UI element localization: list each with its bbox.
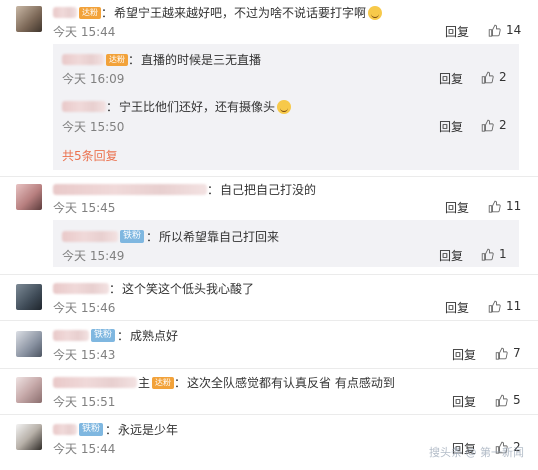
username[interactable] bbox=[53, 377, 137, 388]
fan-badge: 达粉 bbox=[79, 6, 101, 19]
divider bbox=[0, 176, 538, 177]
fan-badge: 铁粉 bbox=[79, 423, 104, 436]
fan-badge: 达粉 bbox=[106, 53, 128, 66]
comment-time: 今天 15:44 bbox=[53, 442, 116, 456]
thumb-up-icon bbox=[488, 200, 501, 213]
comment-text: 自己把自己打没的 bbox=[220, 183, 317, 197]
comment-body: ： 自己把自己打没的 bbox=[53, 181, 316, 198]
sub-reply-body: 达粉 ： 直播的时候是三无直播 bbox=[62, 51, 261, 68]
thumb-up-icon bbox=[488, 300, 501, 313]
username[interactable] bbox=[53, 184, 207, 195]
comment-body: 铁粉 ： 永远是少年 bbox=[53, 421, 178, 438]
comment-body: 铁粉 ： 成熟点好 bbox=[53, 327, 178, 344]
avatar[interactable] bbox=[16, 184, 42, 210]
avatar[interactable] bbox=[16, 6, 42, 32]
sub-reply-body: ： 宁王比他们还好，还有摄像头 bbox=[62, 98, 292, 115]
comment-text: 永远是少年 bbox=[118, 423, 179, 437]
comment-body: ： 这个笑这个低头我心酸了 bbox=[53, 280, 254, 297]
reply-button[interactable]: 回复 bbox=[439, 247, 463, 264]
reply-button[interactable]: 回复 bbox=[452, 346, 476, 363]
sub-reply-time: 今天 15:49 bbox=[62, 249, 125, 263]
sub-reply-body: 铁粉 ： 所以希望靠自己打回来 bbox=[62, 228, 279, 245]
like-count: 2 bbox=[499, 118, 507, 132]
thumb-up-icon bbox=[488, 24, 501, 37]
divider bbox=[0, 320, 538, 321]
like-button[interactable]: 5 bbox=[495, 393, 521, 407]
like-button[interactable]: 14 bbox=[488, 23, 521, 37]
username[interactable] bbox=[53, 330, 89, 341]
sub-reply-text: 直播的时候是三无直播 bbox=[141, 53, 262, 67]
like-count: 1 bbox=[499, 247, 507, 261]
comment-time: 今天 15:43 bbox=[53, 348, 116, 362]
more-replies-link[interactable]: 共5条回复 bbox=[62, 147, 118, 164]
divider bbox=[0, 368, 538, 369]
like-button[interactable]: 11 bbox=[488, 199, 521, 213]
fan-badge: 铁粉 bbox=[120, 230, 145, 243]
like-button[interactable]: 2 bbox=[481, 70, 507, 84]
reply-button[interactable]: 回复 bbox=[439, 118, 463, 135]
comment-body: 主 达粉 ： 这次全队感觉都有认真反省 有点感动到 bbox=[53, 374, 395, 391]
thumb-up-icon bbox=[495, 394, 508, 407]
like-count: 14 bbox=[506, 23, 522, 37]
thumb-up-icon bbox=[481, 71, 494, 84]
username[interactable] bbox=[62, 231, 118, 242]
like-count: 7 bbox=[513, 346, 521, 360]
thumb-up-icon bbox=[481, 119, 494, 132]
comment-text: 希望宁王越来越好吧，不过为啥不说话要打字啊 bbox=[114, 6, 367, 20]
reply-button[interactable]: 回复 bbox=[445, 199, 469, 216]
emoji-icon bbox=[368, 5, 383, 20]
like-count: 2 bbox=[499, 70, 507, 84]
emoji-icon bbox=[277, 99, 292, 114]
sub-reply-text: 宁王比他们还好，还有摄像头 bbox=[119, 100, 276, 114]
comment-text: 这个笑这个低头我心酸了 bbox=[122, 282, 255, 296]
sub-reply-text: 所以希望靠自己打回来 bbox=[159, 230, 280, 244]
avatar[interactable] bbox=[16, 331, 42, 357]
like-button[interactable]: 11 bbox=[488, 299, 521, 313]
comment-time: 今天 15:45 bbox=[53, 201, 116, 215]
sub-reply-time: 今天 15:50 bbox=[62, 120, 125, 134]
username[interactable] bbox=[53, 7, 77, 18]
avatar[interactable] bbox=[16, 377, 42, 403]
like-button[interactable]: 1 bbox=[481, 247, 507, 261]
reply-button[interactable]: 回复 bbox=[445, 299, 469, 316]
reply-button[interactable]: 回复 bbox=[445, 23, 469, 40]
watermark: 搜头条 @ 第一新闻 bbox=[429, 446, 524, 459]
divider bbox=[0, 414, 538, 415]
avatar[interactable] bbox=[16, 424, 42, 450]
reply-button[interactable]: 回复 bbox=[452, 393, 476, 410]
username[interactable] bbox=[53, 424, 77, 435]
like-button[interactable]: 7 bbox=[495, 346, 521, 360]
comment-time: 今天 15:44 bbox=[53, 25, 116, 39]
thumb-up-icon bbox=[481, 248, 494, 261]
reply-button[interactable]: 回复 bbox=[439, 70, 463, 87]
fan-badge: 达粉 bbox=[152, 376, 175, 389]
comment-text: 这次全队感觉都有认真反省 有点感动到 bbox=[187, 376, 395, 390]
comment-time: 今天 15:51 bbox=[53, 395, 116, 409]
thumb-up-icon bbox=[495, 347, 508, 360]
username[interactable] bbox=[62, 54, 104, 65]
like-count: 11 bbox=[506, 299, 522, 313]
sub-reply-time: 今天 16:09 bbox=[62, 72, 125, 86]
comment-time: 今天 15:46 bbox=[53, 301, 116, 315]
like-count: 5 bbox=[513, 393, 521, 407]
like-button[interactable]: 2 bbox=[481, 118, 507, 132]
username-suffix: 主 bbox=[138, 376, 151, 390]
fan-badge: 铁粉 bbox=[91, 329, 116, 342]
avatar[interactable] bbox=[16, 284, 42, 310]
username[interactable] bbox=[62, 101, 106, 112]
username[interactable] bbox=[53, 283, 109, 294]
divider bbox=[0, 274, 538, 275]
comment-text: 成熟点好 bbox=[130, 329, 179, 343]
like-count: 11 bbox=[506, 199, 522, 213]
comment-body: 达粉 ： 希望宁王越来越好吧，不过为啥不说话要打字啊 bbox=[53, 4, 383, 21]
